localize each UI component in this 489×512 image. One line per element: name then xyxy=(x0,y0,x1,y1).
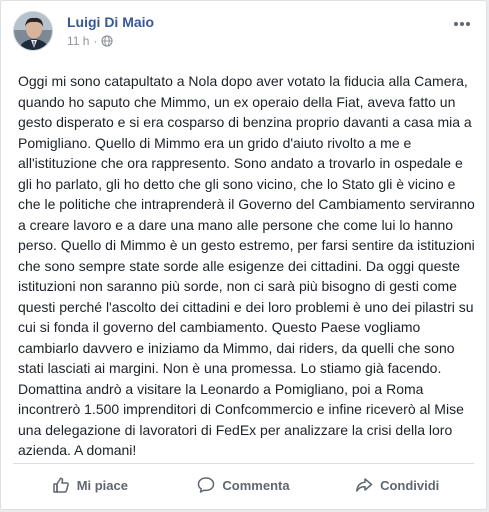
post-card: Luigi Di Maio 11 h · Oggi mi sono catapu… xyxy=(0,0,487,510)
post-body: Oggi mi sono catapultato a Nola dopo ave… xyxy=(18,73,475,458)
post-timestamp[interactable]: 11 h xyxy=(67,34,89,48)
comment-button[interactable]: Commenta xyxy=(167,467,321,503)
globe-icon[interactable] xyxy=(101,35,114,47)
like-button[interactable]: Mi piace xyxy=(13,467,167,503)
author-name[interactable]: Luigi Di Maio xyxy=(67,14,154,30)
share-icon xyxy=(356,478,373,492)
post-meta: 11 h · xyxy=(67,34,114,48)
avatar-image xyxy=(14,12,52,50)
thumbs-up-icon xyxy=(52,477,69,493)
comment-icon xyxy=(198,477,215,493)
actions-divider xyxy=(13,463,474,464)
share-button[interactable]: Condividi xyxy=(320,467,474,503)
post-header: Luigi Di Maio 11 h · xyxy=(13,11,474,59)
comment-label: Commenta xyxy=(222,477,290,493)
meta-separator: · xyxy=(93,34,98,48)
share-label: Condividi xyxy=(380,477,440,493)
avatar[interactable] xyxy=(13,11,53,51)
ellipsis-icon[interactable] xyxy=(452,17,472,33)
post-actions: Mi piace Commenta Condividi xyxy=(13,467,474,503)
like-label: Mi piace xyxy=(76,477,128,493)
